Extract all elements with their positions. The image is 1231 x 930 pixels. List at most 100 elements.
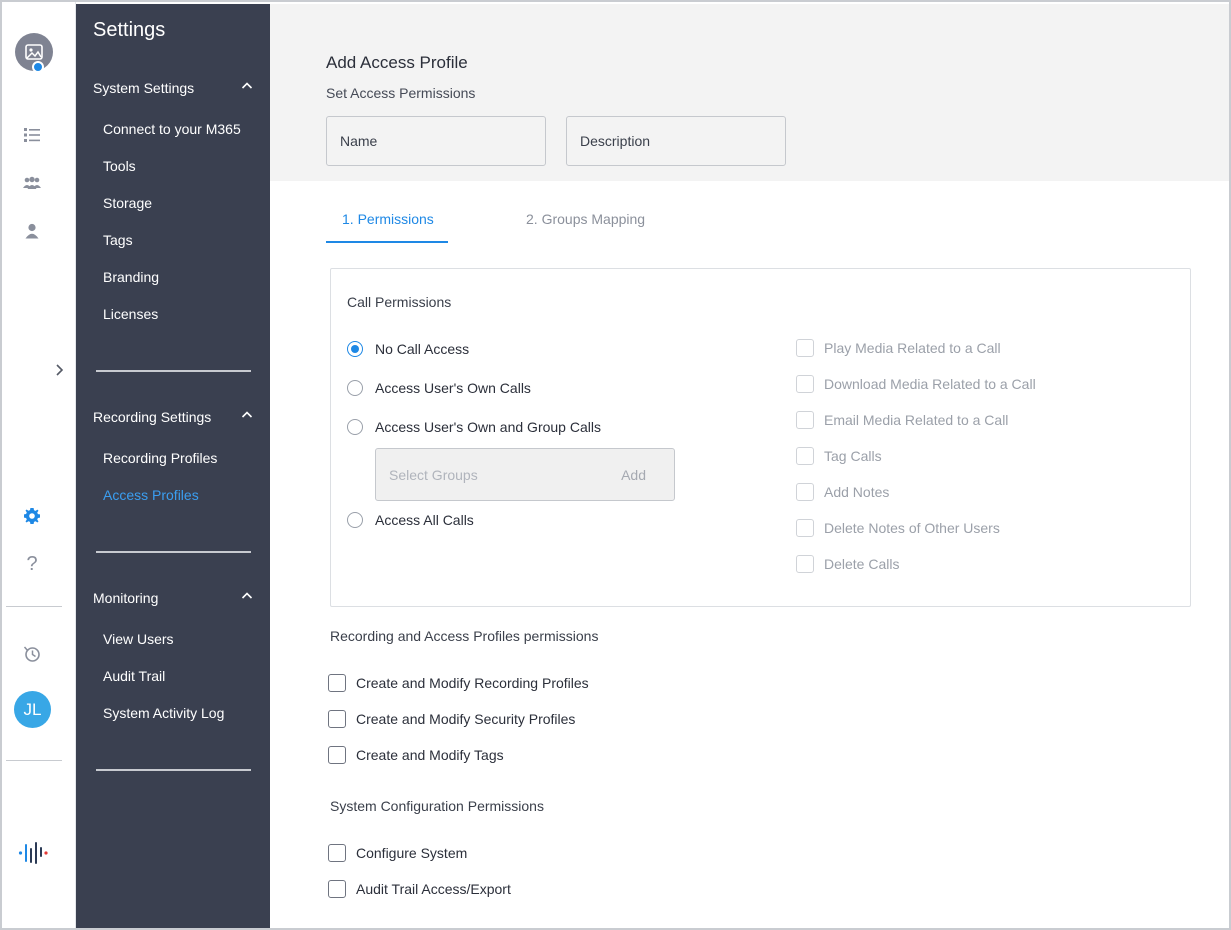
icon-rail: ? JL (2, 2, 76, 928)
checkbox[interactable] (328, 710, 346, 728)
checkbox-tag-calls[interactable]: Tag Calls (796, 447, 882, 465)
brand-logo-icon (18, 841, 50, 865)
checkbox-add-notes[interactable]: Add Notes (796, 483, 889, 501)
call-permissions-title: Call Permissions (347, 294, 452, 310)
sidebar-item-access-profiles[interactable]: Access Profiles (103, 487, 199, 503)
checkbox-label: Create and Modify Tags (356, 747, 504, 763)
sidebar-item-connect-m365[interactable]: Connect to your M365 (103, 121, 241, 137)
sidebar-divider (96, 370, 251, 372)
select-groups-placeholder: Select Groups (389, 467, 478, 483)
checkbox-label: Delete Calls (824, 556, 900, 572)
description-input[interactable] (566, 116, 786, 166)
checkbox[interactable] (796, 339, 814, 357)
radio-button[interactable] (347, 512, 363, 528)
checkbox-delete-calls[interactable]: Delete Calls (796, 555, 899, 573)
checkbox[interactable] (328, 746, 346, 764)
expand-sidebar-chevron-icon[interactable] (55, 363, 71, 383)
page-title: Add Access Profile (326, 53, 468, 72)
checkbox-download-media[interactable]: Download Media Related to a Call (796, 375, 1036, 393)
tab-permissions[interactable]: 1. Permissions (342, 211, 434, 227)
user-avatar[interactable]: JL (14, 691, 51, 728)
radio-label: Access User's Own and Group Calls (375, 419, 601, 435)
checkbox[interactable] (796, 447, 814, 465)
system-permissions-title: System Configuration Permissions (330, 798, 544, 814)
add-photo-badge[interactable] (32, 61, 44, 73)
radio-own-and-group-calls[interactable]: Access User's Own and Group Calls (347, 419, 601, 435)
radio-button[interactable] (347, 341, 363, 357)
sidebar-divider (96, 769, 251, 771)
history-icon[interactable] (20, 642, 44, 666)
add-groups-button[interactable]: Add (621, 467, 646, 483)
sidebar-item-storage[interactable]: Storage (103, 195, 152, 211)
checkbox-label: Add Notes (824, 484, 890, 500)
rail-divider (6, 760, 62, 761)
checkbox-label: Delete Notes of Other Users (824, 520, 1000, 536)
checkbox-modify-security-profiles[interactable]: Create and Modify Security Profiles (328, 710, 575, 728)
checkbox-configure-system[interactable]: Configure System (328, 844, 467, 862)
radio-label: Access User's Own Calls (375, 380, 531, 396)
checkbox-modify-tags[interactable]: Create and Modify Tags (328, 746, 504, 764)
recording-permissions-title: Recording and Access Profiles permission… (330, 628, 599, 644)
checkbox[interactable] (796, 375, 814, 393)
sidebar-item-tools[interactable]: Tools (103, 158, 136, 174)
settings-sidebar: Settings System Settings Connect to your… (76, 4, 270, 928)
radio-button[interactable] (347, 419, 363, 435)
radio-label: No Call Access (375, 341, 470, 357)
main-content: Add Access Profile Set Access Permission… (270, 4, 1229, 928)
checkbox[interactable] (796, 483, 814, 501)
call-permissions-card: Call Permissions No Call Access Access U… (330, 268, 1191, 607)
checkbox-label: Play Media Related to a Call (824, 340, 1001, 356)
radio-all-calls[interactable]: Access All Calls (347, 512, 474, 528)
radio-button[interactable] (347, 380, 363, 396)
sidebar-item-licenses[interactable]: Licenses (103, 306, 158, 322)
sidebar-section-monitoring[interactable]: Monitoring (93, 590, 253, 606)
checkbox-label: Tag Calls (824, 448, 882, 464)
tab-groups-mapping[interactable]: 2. Groups Mapping (526, 211, 645, 227)
sidebar-title: Settings (93, 19, 166, 41)
active-tab-indicator (326, 241, 448, 243)
sidebar-item-recording-profiles[interactable]: Recording Profiles (103, 450, 217, 466)
app-window: ? JL Settings System Settings Connect to… (0, 0, 1231, 930)
checkbox[interactable] (328, 844, 346, 862)
sidebar-section-system-settings[interactable]: System Settings (93, 80, 253, 96)
name-input[interactable] (326, 116, 546, 166)
page-subtitle: Set Access Permissions (326, 85, 476, 101)
rail-divider (6, 606, 62, 607)
user-icon[interactable] (20, 219, 44, 243)
checkbox-play-media[interactable]: Play Media Related to a Call (796, 339, 1001, 357)
sidebar-section-recording-settings[interactable]: Recording Settings (93, 409, 253, 425)
section-label: System Settings (93, 80, 195, 96)
group-icon[interactable] (20, 171, 44, 195)
checkbox-audit-trail-export[interactable]: Audit Trail Access/Export (328, 880, 511, 898)
chevron-up-icon[interactable] (241, 588, 253, 604)
checkbox[interactable] (328, 674, 346, 692)
section-label: Monitoring (93, 590, 159, 606)
sidebar-item-system-activity-log[interactable]: System Activity Log (103, 705, 224, 721)
list-icon[interactable] (20, 123, 44, 147)
checkbox-label: Configure System (356, 845, 468, 861)
help-icon[interactable]: ? (20, 552, 44, 576)
chevron-up-icon[interactable] (241, 407, 253, 423)
gear-icon[interactable] (20, 504, 44, 528)
checkbox[interactable] (328, 880, 346, 898)
checkbox[interactable] (796, 519, 814, 537)
checkbox-label: Email Media Related to a Call (824, 412, 1009, 428)
profile-image-avatar[interactable] (15, 33, 53, 73)
select-groups-field[interactable]: Select Groups Add (375, 448, 675, 501)
checkbox-label: Create and Modify Recording Profiles (356, 675, 589, 691)
checkbox-email-media[interactable]: Email Media Related to a Call (796, 411, 1008, 429)
radio-no-call-access[interactable]: No Call Access (347, 341, 469, 357)
checkbox-modify-recording-profiles[interactable]: Create and Modify Recording Profiles (328, 674, 589, 692)
sidebar-item-tags[interactable]: Tags (103, 232, 133, 248)
checkbox[interactable] (796, 411, 814, 429)
checkbox-label: Create and Modify Security Profiles (356, 711, 576, 727)
radio-own-calls[interactable]: Access User's Own Calls (347, 380, 531, 396)
permissions-panel: 1. Permissions 2. Groups Mapping Call Pe… (311, 181, 1229, 928)
radio-label: Access All Calls (375, 512, 474, 528)
sidebar-item-view-users[interactable]: View Users (103, 631, 174, 647)
checkbox-delete-notes[interactable]: Delete Notes of Other Users (796, 519, 1000, 537)
sidebar-item-branding[interactable]: Branding (103, 269, 159, 285)
sidebar-item-audit-trail[interactable]: Audit Trail (103, 668, 165, 684)
checkbox[interactable] (796, 555, 814, 573)
chevron-up-icon[interactable] (241, 78, 253, 94)
